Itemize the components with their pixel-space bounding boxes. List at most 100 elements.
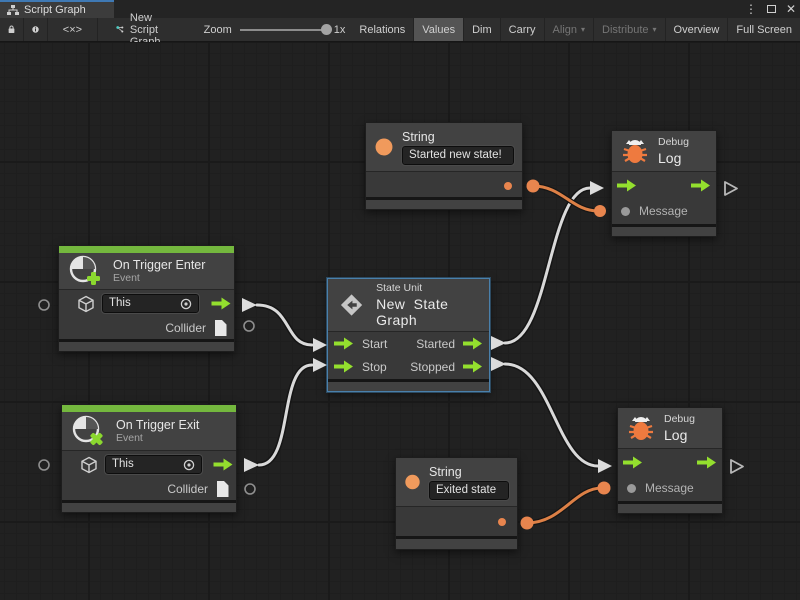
log-top-out-hollow-triangle[interactable] <box>725 182 737 195</box>
node-footer <box>328 382 489 391</box>
node-body <box>396 507 517 536</box>
node-subtitle: Debug <box>658 136 689 148</box>
distribute-label: Distribute <box>602 24 648 36</box>
message-bottom-connected-port[interactable] <box>598 482 611 495</box>
node-string-bottom[interactable]: String Exited state <box>395 457 518 550</box>
graph-title: New Script Graph <box>108 18 188 41</box>
gameobject-cube-icon <box>80 456 98 474</box>
values-button[interactable]: Values <box>414 18 464 41</box>
stopped-out-triangle[interactable] <box>491 357 506 371</box>
wire-stopped-to-log-bottom[interactable] <box>505 364 598 466</box>
exit-flow-out-triangle[interactable] <box>244 458 259 472</box>
gameobject-cube-icon <box>77 295 95 313</box>
stop-input-port[interactable] <box>334 360 354 373</box>
string-icon <box>374 134 394 160</box>
close-icon[interactable]: ✕ <box>786 3 796 15</box>
wire-string-top-to-message[interactable] <box>533 186 598 211</box>
node-subtitle: State Unit <box>376 282 481 294</box>
overview-button[interactable]: Overview <box>666 18 729 41</box>
stopped-output-port[interactable] <box>463 360 483 373</box>
kebab-menu-icon[interactable]: ⋮ <box>745 3 757 15</box>
node-string-top[interactable]: String Started new state! <box>365 122 523 210</box>
string-bottom-output-port[interactable] <box>521 517 534 530</box>
overview-label: Overview <box>674 24 720 36</box>
lock-button[interactable] <box>0 18 24 41</box>
start-in-triangle[interactable] <box>313 338 327 352</box>
graph-tab-icon <box>7 5 19 16</box>
code-icon: <×> <box>63 24 82 36</box>
event-accent-strip <box>62 405 236 412</box>
node-body: This Collider <box>62 451 236 500</box>
dim-button[interactable]: Dim <box>464 18 501 41</box>
wire-started-to-log-top[interactable] <box>505 188 590 343</box>
target-object-field[interactable]: This <box>102 294 199 313</box>
enter-flow-out-triangle[interactable] <box>242 298 257 312</box>
wire-enter-to-start[interactable] <box>257 305 312 345</box>
graph-canvas[interactable]: String Started new state! Debug <box>0 42 800 600</box>
zoom-slider[interactable] <box>240 29 326 31</box>
flow-output-port[interactable] <box>211 297 232 310</box>
window-controls: ⋮ ✕ <box>745 0 796 18</box>
node-subtitle: Event <box>116 432 199 444</box>
file-icon[interactable] <box>216 481 229 497</box>
start-input-port[interactable] <box>334 337 354 350</box>
node-subtitle: Debug <box>664 413 695 425</box>
started-output-port[interactable] <box>463 337 483 350</box>
collider-output-label: Collider <box>165 321 206 335</box>
flow-output-port[interactable] <box>213 458 234 471</box>
node-footer <box>396 539 517 549</box>
log-top-in-triangle[interactable] <box>590 181 604 195</box>
relations-button[interactable]: Relations <box>351 18 414 41</box>
carry-button[interactable]: Carry <box>501 18 545 41</box>
wire-string-bottom-to-message[interactable] <box>527 488 602 523</box>
object-picker-icon[interactable] <box>183 459 195 471</box>
node-title: New State Graph <box>376 296 481 328</box>
flow-input-port[interactable] <box>623 456 643 469</box>
unity-script-graph-window: Script Graph ⋮ ✕ <×> <box>0 0 800 600</box>
node-body: Message <box>612 172 716 224</box>
flow-output-port[interactable] <box>691 179 711 192</box>
debug-bug-icon <box>626 414 656 442</box>
node-debug-log-top[interactable]: Debug Log Message <box>611 130 717 237</box>
node-on-trigger-enter[interactable]: On Trigger Enter Event This <box>58 245 235 352</box>
string-top-output-port[interactable] <box>527 180 540 193</box>
node-debug-log-bottom[interactable]: Debug Log Message <box>617 407 723 514</box>
tab-script-graph[interactable]: Script Graph <box>0 0 114 18</box>
message-input-port[interactable] <box>621 207 630 216</box>
state-unit-icon <box>336 287 367 323</box>
collision-exit-icon <box>70 413 106 449</box>
flow-input-port[interactable] <box>617 179 637 192</box>
values-label: Values <box>422 24 455 36</box>
target-object-field[interactable]: This <box>105 455 202 474</box>
maximize-icon[interactable] <box>767 5 776 13</box>
enter-target-port-circle[interactable] <box>39 300 49 310</box>
started-out-triangle[interactable] <box>491 336 506 350</box>
string-value-field[interactable]: Exited state <box>429 481 509 500</box>
wire-exit-to-stop[interactable] <box>259 365 312 465</box>
message-top-connected-port[interactable] <box>594 205 606 217</box>
code-preview-button[interactable]: <×> <box>48 18 98 41</box>
target-value: This <box>112 457 134 472</box>
string-value-field[interactable]: Started new state! <box>402 146 514 165</box>
file-icon[interactable] <box>214 320 227 336</box>
node-footer <box>59 342 234 351</box>
exit-target-port-circle[interactable] <box>39 460 49 470</box>
fullscreen-button[interactable]: Full Screen <box>728 18 800 41</box>
log-bottom-out-hollow-triangle[interactable] <box>731 460 743 473</box>
node-footer <box>366 200 522 209</box>
exit-collider-port-circle[interactable] <box>245 484 255 494</box>
align-dropdown[interactable]: Align ▾ <box>545 18 594 41</box>
info-button[interactable] <box>24 18 48 41</box>
zoom-slider-knob[interactable] <box>321 24 332 35</box>
stop-label: Stop <box>362 360 387 374</box>
flow-output-port[interactable] <box>697 456 717 469</box>
node-body: Message <box>618 449 722 501</box>
log-bottom-in-triangle[interactable] <box>598 459 612 473</box>
distribute-dropdown[interactable]: Distribute ▾ <box>594 18 665 41</box>
object-picker-icon[interactable] <box>180 298 192 310</box>
node-state-unit[interactable]: State Unit New State Graph Start Started… <box>327 278 490 392</box>
message-input-port[interactable] <box>627 484 636 493</box>
node-on-trigger-exit[interactable]: On Trigger Exit Event This <box>61 404 237 513</box>
stop-in-triangle[interactable] <box>313 358 327 372</box>
enter-collider-port-circle[interactable] <box>244 321 254 331</box>
